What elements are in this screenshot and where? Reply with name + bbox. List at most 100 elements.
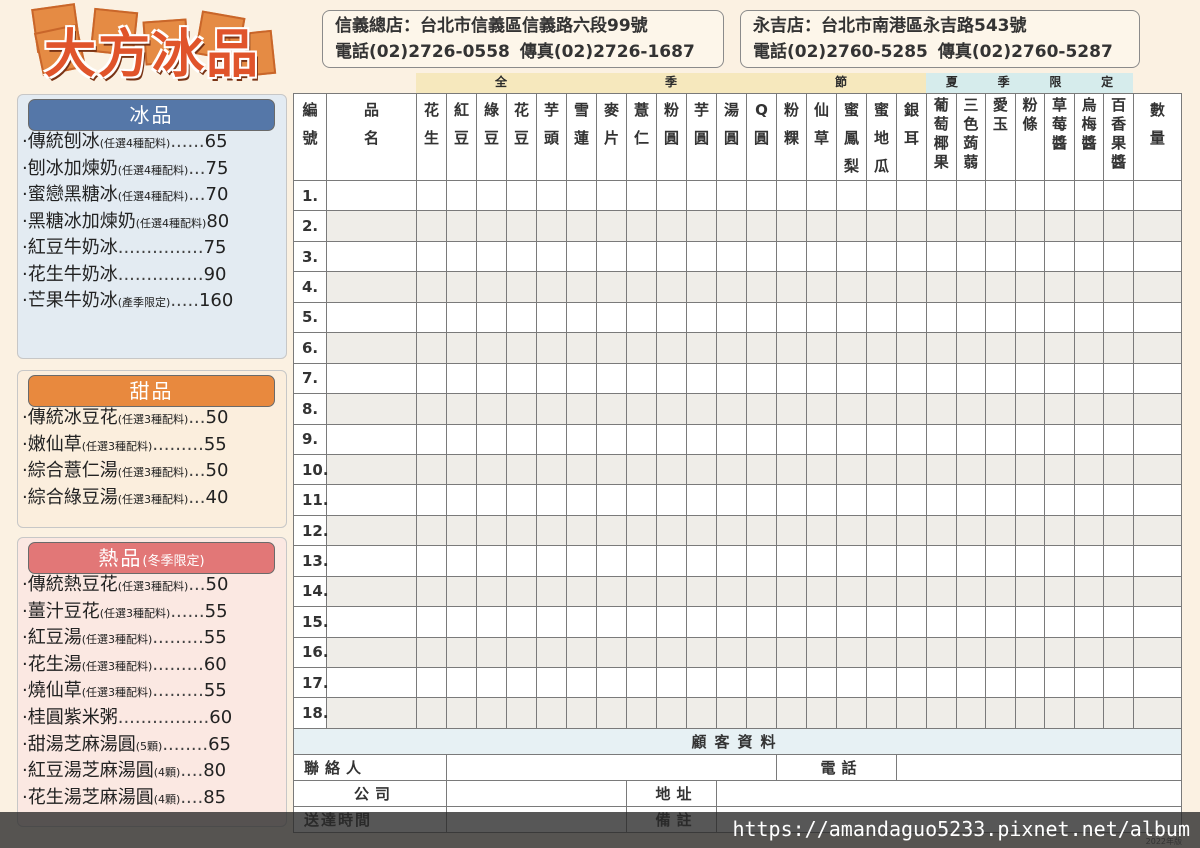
order-cell[interactable] [1103, 210, 1134, 242]
order-cell[interactable] [985, 362, 1016, 395]
order-cell[interactable] [626, 514, 657, 547]
order-cell[interactable] [326, 514, 417, 547]
order-cell[interactable] [446, 666, 477, 699]
order-cell[interactable] [716, 240, 747, 273]
order-cell[interactable] [1044, 575, 1075, 608]
order-cell[interactable] [326, 545, 417, 577]
order-cell[interactable] [446, 606, 477, 638]
order-cell[interactable] [326, 484, 417, 516]
order-cell[interactable] [1044, 453, 1075, 486]
order-cell[interactable] [1014, 210, 1046, 242]
order-cell[interactable] [566, 210, 597, 242]
order-cell[interactable] [416, 423, 447, 455]
order-cell[interactable] [566, 453, 597, 486]
order-cell[interactable] [1132, 393, 1182, 425]
order-cell[interactable] [985, 423, 1016, 455]
order-cell[interactable] [686, 636, 717, 669]
order-cell[interactable] [1132, 666, 1182, 699]
order-cell[interactable] [926, 179, 957, 212]
order-cell[interactable] [866, 453, 897, 486]
order-cell[interactable] [446, 362, 477, 395]
order-cell[interactable] [955, 179, 987, 212]
order-cell[interactable] [1073, 514, 1105, 547]
order-cell[interactable] [476, 332, 507, 364]
order-cell[interactable] [566, 301, 597, 334]
order-cell[interactable] [656, 210, 687, 242]
order-cell[interactable] [656, 636, 687, 669]
order-cell[interactable] [1103, 240, 1134, 273]
order-cell[interactable] [896, 332, 927, 364]
order-cell[interactable] [656, 697, 687, 729]
order-cell[interactable] [896, 697, 927, 729]
order-cell[interactable] [446, 697, 477, 729]
order-cell[interactable] [326, 271, 417, 303]
order-cell[interactable] [746, 179, 777, 212]
order-cell[interactable] [806, 484, 837, 516]
order-cell[interactable] [866, 545, 897, 577]
order-cell[interactable] [776, 453, 807, 486]
order-cell[interactable] [985, 545, 1016, 577]
order-cell[interactable] [416, 453, 447, 486]
order-cell[interactable] [716, 179, 747, 212]
order-cell[interactable] [1073, 393, 1105, 425]
order-cell[interactable] [416, 575, 447, 608]
order-cell[interactable] [326, 453, 417, 486]
order-cell[interactable] [506, 484, 537, 516]
order-cell[interactable] [446, 453, 477, 486]
order-cell[interactable] [746, 240, 777, 273]
order-cell[interactable] [326, 636, 417, 669]
order-cell[interactable] [806, 210, 837, 242]
order-cell[interactable] [1103, 606, 1134, 638]
order-cell[interactable] [326, 179, 417, 212]
order-cell[interactable] [716, 271, 747, 303]
order-cell[interactable] [836, 666, 867, 699]
order-cell[interactable] [1132, 545, 1182, 577]
order-cell[interactable] [836, 697, 867, 729]
order-cell[interactable] [416, 697, 447, 729]
order-cell[interactable] [836, 514, 867, 547]
order-cell[interactable] [506, 545, 537, 577]
order-cell[interactable] [955, 575, 987, 608]
order-cell[interactable] [836, 484, 867, 516]
order-cell[interactable] [1132, 514, 1182, 547]
order-cell[interactable] [1044, 362, 1075, 395]
order-cell[interactable] [476, 514, 507, 547]
order-cell[interactable] [985, 301, 1016, 334]
order-cell[interactable] [326, 666, 417, 699]
order-cell[interactable] [446, 179, 477, 212]
order-cell[interactable] [536, 453, 567, 486]
order-cell[interactable] [806, 271, 837, 303]
order-cell[interactable] [536, 697, 567, 729]
order-cell[interactable] [836, 575, 867, 608]
order-cell[interactable] [955, 210, 987, 242]
order-cell[interactable] [806, 545, 837, 577]
order-cell[interactable] [955, 362, 987, 395]
order-cell[interactable] [776, 636, 807, 669]
order-cell[interactable] [955, 423, 987, 455]
order-cell[interactable] [866, 423, 897, 455]
order-cell[interactable] [985, 179, 1016, 212]
order-cell[interactable] [476, 301, 507, 334]
order-cell[interactable] [446, 484, 477, 516]
order-cell[interactable] [446, 210, 477, 242]
order-cell[interactable] [836, 545, 867, 577]
order-cell[interactable] [656, 514, 687, 547]
order-cell[interactable] [626, 697, 657, 729]
order-cell[interactable] [686, 423, 717, 455]
order-cell[interactable] [866, 240, 897, 273]
order-cell[interactable] [416, 332, 447, 364]
order-cell[interactable] [446, 575, 477, 608]
order-cell[interactable] [716, 393, 747, 425]
order-cell[interactable] [1132, 453, 1182, 486]
order-cell[interactable] [416, 545, 447, 577]
order-cell[interactable] [1132, 301, 1182, 334]
order-cell[interactable] [686, 301, 717, 334]
address-field[interactable] [716, 779, 1182, 807]
order-cell[interactable] [686, 453, 717, 486]
order-cell[interactable] [566, 545, 597, 577]
order-cell[interactable] [596, 545, 627, 577]
order-cell[interactable] [746, 575, 777, 608]
order-cell[interactable] [985, 575, 1016, 608]
order-cell[interactable] [716, 697, 747, 729]
order-cell[interactable] [1132, 484, 1182, 516]
